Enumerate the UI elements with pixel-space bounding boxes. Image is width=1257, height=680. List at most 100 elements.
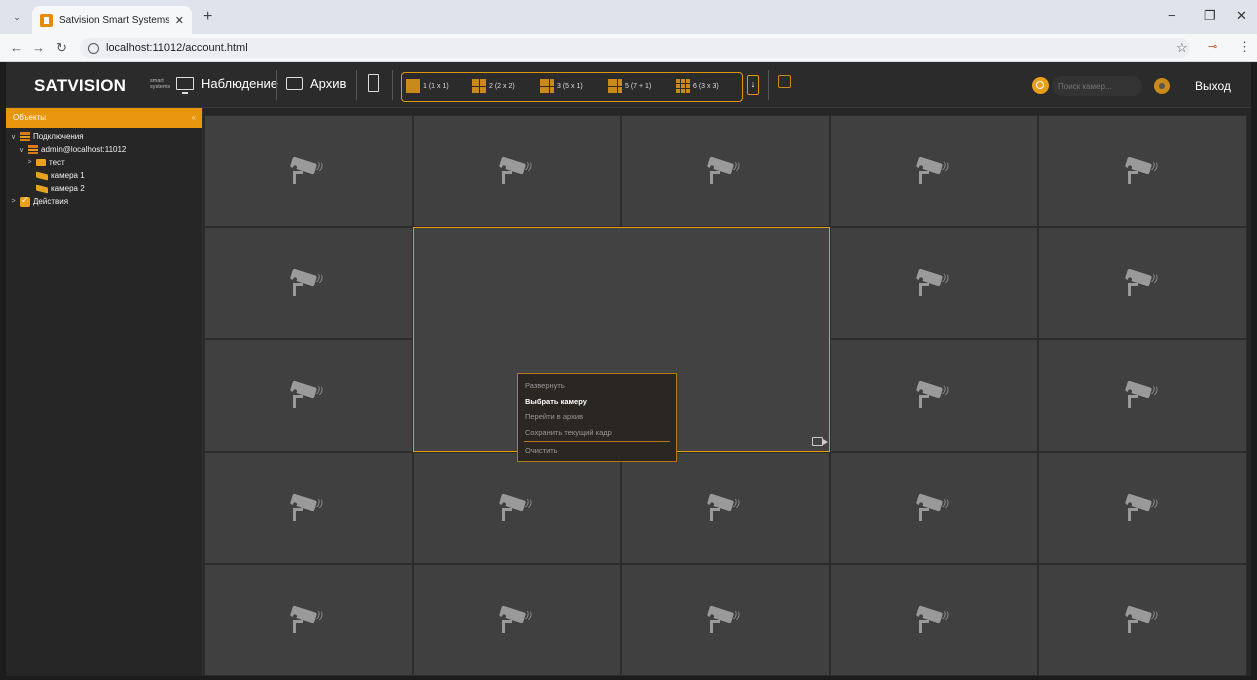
nav-archive[interactable]: Архив (286, 76, 346, 91)
camera-placeholder-icon: )) (916, 493, 951, 523)
restore-button[interactable]: ❐ (1204, 8, 1216, 24)
camera-cell[interactable]: )) (829, 563, 1039, 676)
minimize-button[interactable]: − (1168, 8, 1176, 23)
camera-cell[interactable]: )) (204, 115, 413, 228)
browser-tabstrip: ⌄ Satvision Smart Systems: Набл ✕ + − ❐ … (0, 0, 1257, 34)
tab-search-chevron-icon[interactable]: ⌄ (8, 8, 26, 26)
chevron-down-icon[interactable]: ∨ (18, 146, 25, 154)
browser-tab[interactable]: Satvision Smart Systems: Набл ✕ (32, 6, 192, 34)
add-window-icon[interactable] (778, 75, 791, 88)
camera-cell[interactable]: )) (829, 451, 1039, 564)
tree-item-label: камера 2 (51, 184, 85, 193)
tab-close-icon[interactable]: ✕ (175, 14, 184, 27)
layout-button-3[interactable]: 3 (5 x 1) (540, 79, 583, 93)
browser-menu-icon[interactable]: ⋮ (1238, 39, 1251, 55)
nav-watch[interactable]: Наблюдение (176, 76, 279, 94)
tree-item[interactable]: камера 1 (6, 169, 202, 182)
tree-item[interactable]: камера 2 (6, 182, 202, 195)
menu-item-expand[interactable]: Развернуть (518, 378, 676, 394)
menu-item-save-frame[interactable]: Сохранить текущий кадр (518, 425, 676, 441)
nav-archive-label: Архив (310, 76, 347, 91)
layout-button-1[interactable]: 1 (1 x 1) (406, 79, 449, 93)
camera-cell[interactable]: )) (204, 451, 413, 564)
sidebar: Объекты « ∨ Подключения ∨ admin@localhost:1… (6, 108, 203, 676)
camera-grid: ))))))))))))))))))))))))))))))))))))))))… (204, 115, 1247, 676)
nav-watch-label: Наблюдение (201, 76, 279, 91)
layout-1-icon (406, 79, 420, 93)
logout-button[interactable]: Выход (1195, 79, 1231, 93)
menu-item-go-to-archive[interactable]: Перейти в архив (518, 409, 676, 425)
site-info-icon[interactable] (88, 43, 99, 54)
layout-label: 1 (1 x 1) (423, 82, 449, 90)
chevron-down-icon[interactable]: ∨ (10, 133, 17, 141)
back-icon[interactable]: ← (10, 40, 23, 55)
logo: SATVISION (34, 76, 127, 95)
collapse-sidebar-icon[interactable]: « (192, 108, 196, 128)
bookmark-star-icon[interactable]: ☆ (1176, 40, 1188, 56)
camera-cell[interactable]: )) (1038, 115, 1247, 228)
video-camera-icon[interactable] (811, 436, 828, 446)
camera-icon (36, 171, 48, 180)
layout-3-icon (540, 79, 554, 93)
app-header: SATVISION smart systems Наблюдение Архив… (6, 62, 1251, 108)
camera-icon (36, 184, 48, 193)
camera-cell[interactable]: )) (829, 339, 1039, 452)
camera-placeholder-icon: )) (290, 156, 325, 186)
camera-cell[interactable]: )) (412, 563, 622, 676)
forward-icon[interactable]: → (32, 40, 45, 55)
layout-more-button[interactable]: ↓ (747, 75, 759, 95)
divider (276, 70, 277, 100)
camera-cell[interactable]: )) (621, 451, 830, 564)
tree-item-label: тест (49, 158, 65, 167)
tree-item-label: admin@localhost:11012 (41, 145, 127, 154)
camera-cell[interactable]: )) (621, 563, 830, 676)
folder-icon (286, 77, 303, 90)
menu-item-select-camera[interactable]: Выбрать камеру (518, 394, 676, 410)
layout-button-2[interactable]: 2 (2 x 2) (472, 79, 515, 93)
camera-cell[interactable]: )) (621, 115, 830, 228)
url-text[interactable]: localhost:11012/account.html (106, 42, 248, 54)
camera-cell[interactable]: )) (204, 227, 413, 340)
tree-item[interactable]: > тест (6, 156, 202, 169)
camera-cell[interactable]: )) (412, 115, 622, 228)
layout-button-6[interactable]: 6 (3 x 3) (676, 79, 719, 93)
tree-item[interactable]: ∨ Подключения (6, 130, 202, 143)
camera-placeholder-icon: )) (916, 156, 951, 186)
tree-item[interactable]: ∨ admin@localhost:11012 (6, 143, 202, 156)
layout-label: 3 (5 x 1) (557, 82, 583, 90)
camera-placeholder-icon: )) (498, 605, 534, 635)
camera-search-input[interactable] (1052, 76, 1142, 96)
camera-placeholder-icon: )) (290, 493, 325, 523)
camera-placeholder-icon: )) (707, 493, 742, 523)
camera-cell[interactable]: )) (204, 563, 413, 676)
camera-placeholder-icon: )) (707, 605, 742, 635)
layout-selector: 1 (1 x 1) 2 (2 x 2) 3 (5 x 1) 5 (7 + 1) … (401, 72, 743, 102)
search-icon[interactable] (1032, 77, 1049, 94)
logo-subtitle: smart systems (150, 78, 171, 90)
camera-placeholder-icon: )) (916, 605, 951, 635)
chevron-right-icon[interactable]: > (10, 198, 17, 205)
close-window-button[interactable]: ✕ (1236, 8, 1247, 24)
object-tree: ∨ Подключения ∨ admin@localhost:11012 > тест к… (6, 128, 202, 208)
camera-cell[interactable]: )) (1038, 339, 1247, 452)
camera-placeholder-icon: )) (1124, 605, 1160, 635)
address-bar: ← → ↻ localhost:11012/account.html ☆ ⊸ ⋮ (0, 34, 1257, 62)
extension-icon[interactable]: ⊸ (1208, 40, 1217, 53)
camera-cell[interactable]: )) (1038, 227, 1247, 340)
camera-cell[interactable]: )) (412, 451, 622, 564)
camera-cell[interactable]: )) (204, 339, 413, 452)
help-icon[interactable] (1154, 78, 1170, 94)
camera-cell[interactable]: )) (1038, 451, 1247, 564)
camera-cell[interactable]: )) (829, 227, 1039, 340)
menu-item-clear[interactable]: Очистить (518, 443, 676, 459)
book-icon[interactable] (368, 74, 379, 92)
divider (768, 70, 769, 100)
chevron-right-icon[interactable]: > (26, 159, 33, 166)
tree-item-label: камера 1 (51, 171, 85, 180)
camera-cell[interactable]: )) (1038, 563, 1247, 676)
tree-item[interactable]: > Действия (6, 195, 202, 208)
new-tab-button[interactable]: + (203, 8, 212, 26)
layout-button-5[interactable]: 5 (7 + 1) (608, 79, 651, 93)
camera-cell[interactable]: )) (829, 115, 1039, 228)
reload-icon[interactable]: ↻ (56, 40, 67, 56)
